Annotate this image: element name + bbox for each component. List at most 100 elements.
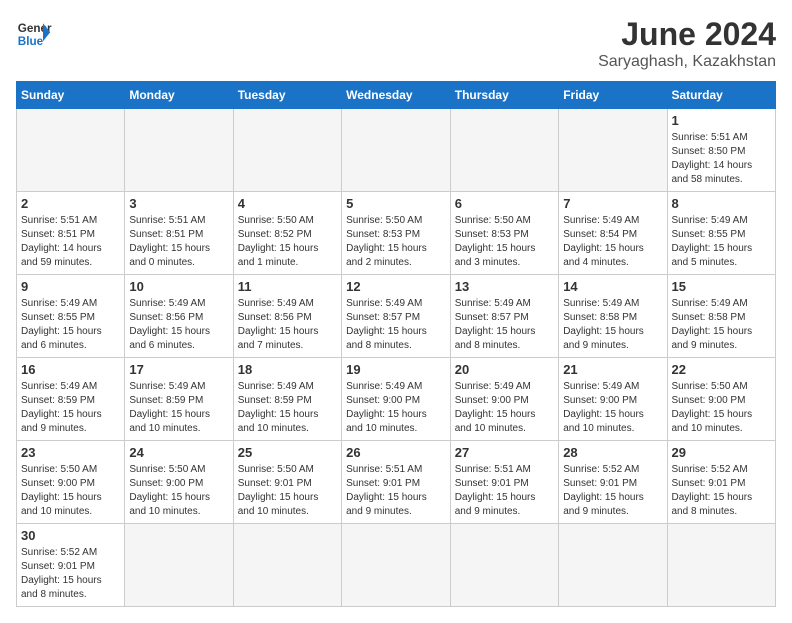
- calendar-cell: [559, 524, 667, 607]
- week-row-5: 23 Sunrise: 5:50 AM Sunset: 9:00 PM Dayli…: [17, 441, 776, 524]
- day-info: Sunrise: 5:49 AM Sunset: 8:57 PM Dayligh…: [346, 297, 446, 353]
- day-info: Sunrise: 5:49 AM Sunset: 8:58 PM Dayligh…: [563, 297, 662, 353]
- weekday-header-wednesday: Wednesday: [342, 82, 451, 109]
- svg-text:Blue: Blue: [18, 35, 44, 48]
- day-number: 6: [455, 196, 554, 211]
- calendar-cell: 24 Sunrise: 5:50 AM Sunset: 9:00 PM Dayli…: [125, 441, 233, 524]
- calendar-cell: 20 Sunrise: 5:49 AM Sunset: 9:00 PM Dayli…: [450, 358, 558, 441]
- calendar-cell: 19Sunrise: 5:49 AM Sunset: 9:00 PM Dayli…: [342, 358, 451, 441]
- weekday-header-thursday: Thursday: [450, 82, 558, 109]
- week-row-1: 1 Sunrise: 5:51 AM Sunset: 8:50 PM Daylig…: [17, 109, 776, 192]
- calendar-cell: 2 Sunrise: 5:51 AM Sunset: 8:51 PM Daylig…: [17, 192, 125, 275]
- calendar-cell: 27Sunrise: 5:51 AM Sunset: 9:01 PM Dayli…: [450, 441, 558, 524]
- day-number: 5: [346, 196, 446, 211]
- calendar-cell: [233, 524, 341, 607]
- logo: General Blue: [16, 16, 52, 52]
- calendar-cell: 15 Sunrise: 5:49 AM Sunset: 8:58 PM Dayli…: [667, 275, 776, 358]
- day-info: Sunrise: 5:50 AM Sunset: 9:00 PM Dayligh…: [672, 380, 772, 436]
- day-number: 16: [21, 362, 120, 377]
- day-info: Sunrise: 5:49 AM Sunset: 8:55 PM Dayligh…: [21, 297, 120, 353]
- calendar-cell: [559, 109, 667, 192]
- day-number: 13: [455, 279, 554, 294]
- calendar-cell: [342, 524, 451, 607]
- weekday-header-row: SundayMondayTuesdayWednesdayThursdayFrid…: [17, 82, 776, 109]
- day-number: 29: [672, 445, 772, 460]
- calendar-cell: 14Sunrise: 5:49 AM Sunset: 8:58 PM Dayli…: [559, 275, 667, 358]
- day-info: Sunrise: 5:50 AM Sunset: 9:01 PM Dayligh…: [238, 463, 337, 519]
- calendar-cell: 26Sunrise: 5:51 AM Sunset: 9:01 PM Dayli…: [342, 441, 451, 524]
- calendar-cell: 30Sunrise: 5:52 AM Sunset: 9:01 PM Dayli…: [17, 524, 125, 607]
- calendar-cell: 12Sunrise: 5:49 AM Sunset: 8:57 PM Dayli…: [342, 275, 451, 358]
- day-info: Sunrise: 5:49 AM Sunset: 8:59 PM Dayligh…: [21, 380, 120, 436]
- calendar-cell: [125, 524, 233, 607]
- calendar-table: SundayMondayTuesdayWednesdayThursdayFrid…: [16, 81, 776, 607]
- day-info: Sunrise: 5:51 AM Sunset: 8:51 PM Dayligh…: [129, 214, 228, 270]
- day-info: Sunrise: 5:50 AM Sunset: 9:00 PM Dayligh…: [129, 463, 228, 519]
- calendar-cell: 18 Sunrise: 5:49 AM Sunset: 8:59 PM Dayli…: [233, 358, 341, 441]
- day-info: Sunrise: 5:49 AM Sunset: 9:00 PM Dayligh…: [563, 380, 662, 436]
- day-number: 9: [21, 279, 120, 294]
- weekday-header-sunday: Sunday: [17, 82, 125, 109]
- day-number: 20: [455, 362, 554, 377]
- day-number: 15: [672, 279, 772, 294]
- day-info: Sunrise: 5:49 AM Sunset: 8:58 PM Dayligh…: [672, 297, 772, 353]
- header: General Blue June 2024 Saryaghash, Kazak…: [16, 16, 776, 71]
- day-info: Sunrise: 5:49 AM Sunset: 8:59 PM Dayligh…: [238, 380, 337, 436]
- calendar-cell: 16 Sunrise: 5:49 AM Sunset: 8:59 PM Dayli…: [17, 358, 125, 441]
- calendar-cell: [233, 109, 341, 192]
- day-info: Sunrise: 5:49 AM Sunset: 8:55 PM Dayligh…: [672, 214, 772, 270]
- weekday-header-monday: Monday: [125, 82, 233, 109]
- day-info: Sunrise: 5:49 AM Sunset: 9:00 PM Dayligh…: [455, 380, 554, 436]
- day-number: 28: [563, 445, 662, 460]
- day-number: 1: [672, 113, 772, 128]
- day-number: 18: [238, 362, 337, 377]
- day-number: 11: [238, 279, 337, 294]
- logo-icon: General Blue: [16, 16, 52, 52]
- day-number: 10: [129, 279, 228, 294]
- calendar-title: June 2024: [598, 16, 776, 53]
- calendar-cell: 1 Sunrise: 5:51 AM Sunset: 8:50 PM Daylig…: [667, 109, 776, 192]
- day-number: 2: [21, 196, 120, 211]
- calendar-cell: 4 Sunrise: 5:50 AM Sunset: 8:52 PM Daylig…: [233, 192, 341, 275]
- day-number: 3: [129, 196, 228, 211]
- calendar-cell: 8 Sunrise: 5:49 AM Sunset: 8:55 PM Daylig…: [667, 192, 776, 275]
- calendar-cell: 10Sunrise: 5:49 AM Sunset: 8:56 PM Dayli…: [125, 275, 233, 358]
- day-number: 7: [563, 196, 662, 211]
- day-number: 17: [129, 362, 228, 377]
- day-info: Sunrise: 5:51 AM Sunset: 9:01 PM Dayligh…: [455, 463, 554, 519]
- calendar-cell: 28 Sunrise: 5:52 AM Sunset: 9:01 PM Dayli…: [559, 441, 667, 524]
- title-area: June 2024 Saryaghash, Kazakhstan: [598, 16, 776, 71]
- weekday-header-saturday: Saturday: [667, 82, 776, 109]
- day-number: 4: [238, 196, 337, 211]
- day-info: Sunrise: 5:51 AM Sunset: 8:51 PM Dayligh…: [21, 214, 120, 270]
- day-number: 22: [672, 362, 772, 377]
- day-info: Sunrise: 5:49 AM Sunset: 8:57 PM Dayligh…: [455, 297, 554, 353]
- calendar-cell: 3 Sunrise: 5:51 AM Sunset: 8:51 PM Daylig…: [125, 192, 233, 275]
- day-number: 21: [563, 362, 662, 377]
- calendar-subtitle: Saryaghash, Kazakhstan: [598, 53, 776, 71]
- day-info: Sunrise: 5:49 AM Sunset: 8:56 PM Dayligh…: [238, 297, 337, 353]
- calendar-cell: 23Sunrise: 5:50 AM Sunset: 9:00 PM Dayli…: [17, 441, 125, 524]
- day-info: Sunrise: 5:51 AM Sunset: 8:50 PM Dayligh…: [672, 131, 772, 187]
- week-row-2: 2 Sunrise: 5:51 AM Sunset: 8:51 PM Daylig…: [17, 192, 776, 275]
- day-info: Sunrise: 5:50 AM Sunset: 8:52 PM Dayligh…: [238, 214, 337, 270]
- day-info: Sunrise: 5:49 AM Sunset: 8:54 PM Dayligh…: [563, 214, 662, 270]
- day-number: 8: [672, 196, 772, 211]
- day-number: 24: [129, 445, 228, 460]
- calendar-cell: 13 Sunrise: 5:49 AM Sunset: 8:57 PM Dayli…: [450, 275, 558, 358]
- calendar-cell: 6Sunrise: 5:50 AM Sunset: 8:53 PM Daylig…: [450, 192, 558, 275]
- calendar-cell: 25Sunrise: 5:50 AM Sunset: 9:01 PM Dayli…: [233, 441, 341, 524]
- week-row-3: 9 Sunrise: 5:49 AM Sunset: 8:55 PM Daylig…: [17, 275, 776, 358]
- day-info: Sunrise: 5:52 AM Sunset: 9:01 PM Dayligh…: [563, 463, 662, 519]
- day-number: 19: [346, 362, 446, 377]
- weekday-header-tuesday: Tuesday: [233, 82, 341, 109]
- day-number: 23: [21, 445, 120, 460]
- calendar-cell: 17 Sunrise: 5:49 AM Sunset: 8:59 PM Dayli…: [125, 358, 233, 441]
- calendar-cell: 5Sunrise: 5:50 AM Sunset: 8:53 PM Daylig…: [342, 192, 451, 275]
- day-info: Sunrise: 5:49 AM Sunset: 8:59 PM Dayligh…: [129, 380, 228, 436]
- day-info: Sunrise: 5:52 AM Sunset: 9:01 PM Dayligh…: [672, 463, 772, 519]
- calendar-cell: [17, 109, 125, 192]
- week-row-4: 16 Sunrise: 5:49 AM Sunset: 8:59 PM Dayli…: [17, 358, 776, 441]
- calendar-cell: 9 Sunrise: 5:49 AM Sunset: 8:55 PM Daylig…: [17, 275, 125, 358]
- calendar-cell: 29 Sunrise: 5:52 AM Sunset: 9:01 PM Dayli…: [667, 441, 776, 524]
